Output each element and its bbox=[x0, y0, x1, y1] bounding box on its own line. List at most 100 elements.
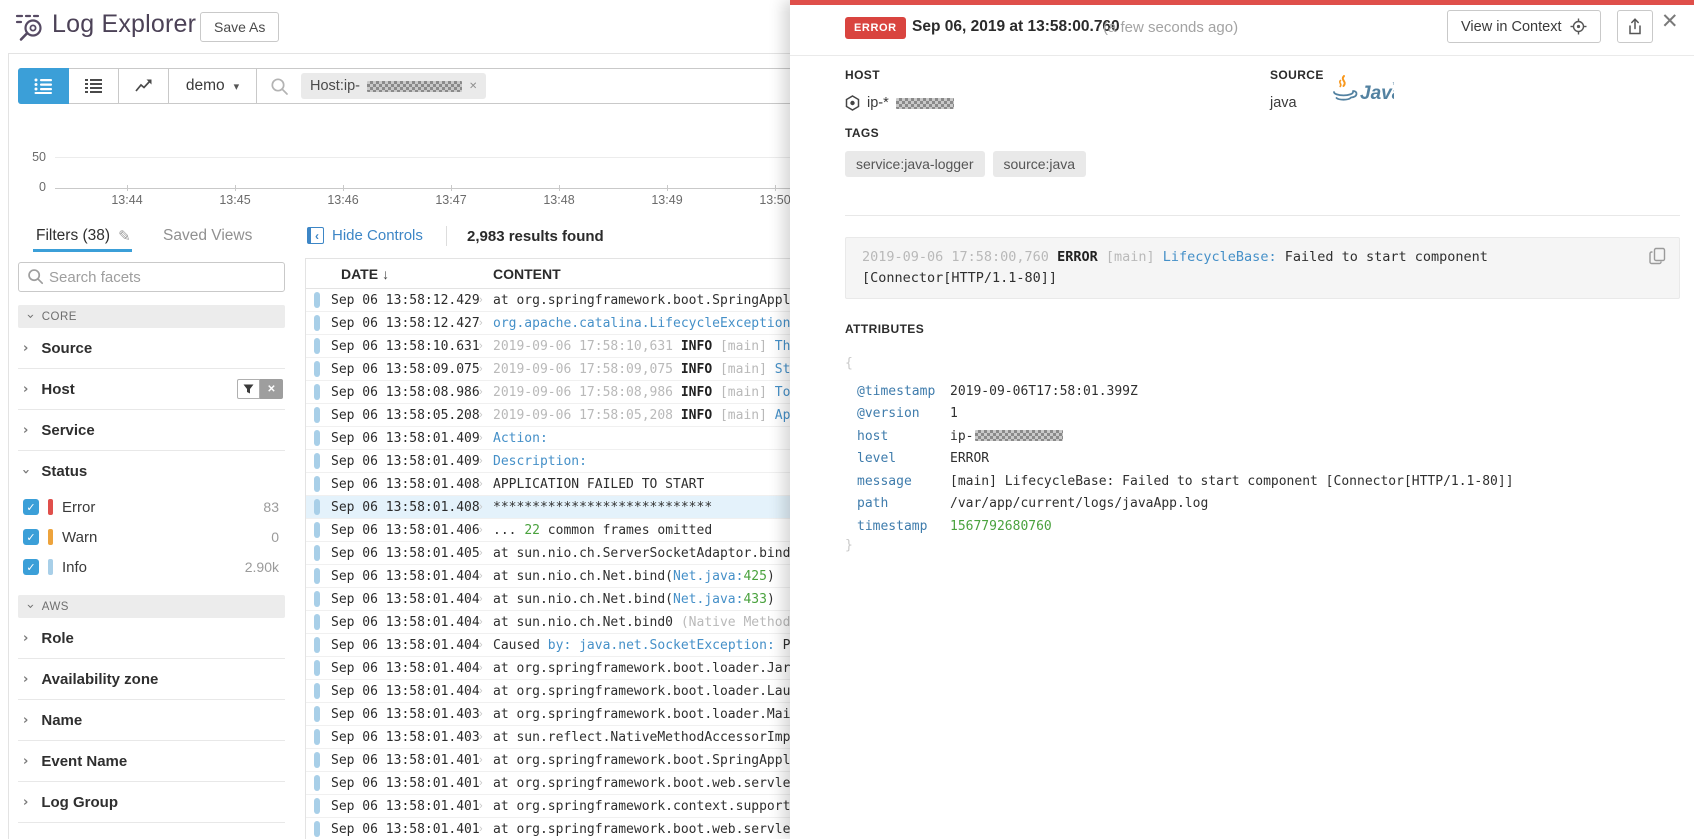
chart-tick-mark bbox=[127, 185, 128, 191]
text-segment bbox=[712, 362, 720, 377]
text-segment: common frames omitted bbox=[540, 523, 712, 538]
text-segment: [main] bbox=[720, 339, 767, 354]
text-segment: 22 bbox=[524, 523, 540, 538]
row-date: Sep 06 13:58:01.401 bbox=[320, 799, 479, 814]
view-mode-list-button[interactable] bbox=[18, 68, 69, 104]
status-count: 0 bbox=[271, 529, 285, 545]
status-filter-error[interactable]: ✓Error83 bbox=[18, 492, 285, 522]
filter-funnel-button[interactable] bbox=[237, 379, 260, 399]
attribute-key: @timestamp bbox=[857, 384, 950, 399]
facet-item-role[interactable]: ›Role bbox=[18, 618, 285, 659]
facet-filter-controls: ✕ bbox=[237, 379, 283, 399]
source-block: SOURCE java bbox=[1270, 68, 1324, 111]
tab-saved-views[interactable]: Saved Views bbox=[163, 227, 252, 245]
target-icon bbox=[1570, 18, 1587, 35]
view-in-context-button[interactable]: View in Context bbox=[1447, 10, 1601, 43]
row-content: at sun.nio.ch.Net.bind(Net.java:425) bbox=[493, 569, 775, 584]
chart-tick-mark bbox=[559, 185, 560, 191]
view-mode-chart-button[interactable] bbox=[119, 69, 169, 103]
facet-item-availability-zone[interactable]: ›Availability zone bbox=[18, 659, 285, 700]
search-filter-chip[interactable]: Host:ip- ✕ bbox=[301, 73, 486, 99]
chart-tick-mark bbox=[775, 185, 776, 191]
text-segment: [main] bbox=[720, 385, 767, 400]
text-segment bbox=[1098, 249, 1106, 265]
status-label: Info bbox=[62, 559, 87, 576]
x-axis-tick: 13:46 bbox=[327, 193, 358, 207]
attributes-label: ATTRIBUTES bbox=[845, 322, 924, 336]
row-date: Sep 06 13:58:01.404 bbox=[320, 569, 479, 584]
row-date: Sep 06 13:58:01.401 bbox=[320, 822, 479, 837]
text-segment: [main] bbox=[720, 362, 767, 377]
attribute-row[interactable]: timestamp1567792680760 bbox=[857, 515, 1677, 538]
text-segment: at org.springframework.boot.loader.Launc… bbox=[493, 684, 822, 699]
filters-tab-label: Filters (38) bbox=[36, 227, 110, 245]
date-column-label: DATE bbox=[341, 266, 378, 282]
save-as-button[interactable]: Save As bbox=[200, 12, 279, 42]
row-content: at org.springframework.boot.SpringApplic… bbox=[493, 753, 822, 768]
attribute-row[interactable]: @timestamp2019-09-06T17:58:01.399Z bbox=[857, 380, 1677, 403]
share-button[interactable] bbox=[1617, 10, 1653, 43]
hide-controls-button[interactable]: ‹ Hide Controls bbox=[307, 227, 423, 244]
expand-chevron-icon: › bbox=[479, 363, 493, 375]
facet-item-event-name[interactable]: ›Event Name bbox=[18, 741, 285, 782]
x-axis-tick: 13:48 bbox=[543, 193, 574, 207]
attribute-row[interactable]: path/var/app/current/logs/javaApp.log bbox=[857, 493, 1677, 516]
facet-item-service[interactable]: ›Service bbox=[18, 410, 285, 451]
source-value[interactable]: java bbox=[1270, 95, 1324, 111]
facet-section-header-core[interactable]: ›CORE bbox=[18, 305, 285, 328]
filter-chip-label: Host:ip- bbox=[310, 78, 360, 94]
edit-pencil-icon[interactable]: ✎ bbox=[118, 227, 131, 245]
text-segment: 2019-09-06 17:58:09,075 bbox=[493, 362, 681, 377]
facet-section-header-aws[interactable]: ›AWS bbox=[18, 595, 285, 618]
copy-icon[interactable] bbox=[1649, 247, 1666, 265]
text-segment: INFO bbox=[681, 339, 712, 354]
expand-chevron-icon: › bbox=[479, 294, 493, 306]
facet-item-source[interactable]: ›Source bbox=[18, 328, 285, 369]
status-filter-info[interactable]: ✓Info2.90k bbox=[18, 552, 285, 582]
text-segment: at sun.nio.ch.Net.bind0 bbox=[493, 615, 681, 630]
row-content: 2019-09-06 17:58:05,208 INFO [main] App: bbox=[493, 408, 814, 423]
host-label: HOST bbox=[845, 68, 954, 82]
json-brace: } bbox=[845, 538, 853, 553]
expand-chevron-icon: › bbox=[479, 570, 493, 582]
facet-item-status[interactable]: ›Status bbox=[18, 451, 285, 492]
attribute-row[interactable]: hostip- bbox=[857, 425, 1677, 448]
text-segment: INFO bbox=[681, 362, 712, 377]
status-color-swatch bbox=[48, 529, 53, 545]
tag-chip[interactable]: source:java bbox=[993, 151, 1087, 177]
host-value[interactable]: ip-* bbox=[845, 95, 954, 111]
search-facets-input[interactable] bbox=[18, 262, 285, 292]
checkbox-checked-icon[interactable]: ✓ bbox=[23, 529, 39, 545]
clear-filter-button[interactable]: ✕ bbox=[260, 379, 283, 399]
text-segment bbox=[1155, 249, 1163, 265]
text-segment: at org.springframework.boot.SpringApplic… bbox=[493, 293, 822, 308]
attribute-row[interactable]: levelERROR bbox=[857, 448, 1677, 471]
facet-item-host[interactable]: ›Host✕ bbox=[18, 369, 285, 410]
checkbox-checked-icon[interactable]: ✓ bbox=[23, 499, 39, 515]
row-date: Sep 06 13:58:01.404 bbox=[320, 615, 479, 630]
view-mode-condensed-button[interactable] bbox=[69, 69, 119, 103]
row-date: Sep 06 13:58:10.631 bbox=[320, 339, 479, 354]
row-date: Sep 06 13:58:01.404 bbox=[320, 638, 479, 653]
attribute-row[interactable]: message[main] LifecycleBase: Failed to s… bbox=[857, 470, 1677, 493]
close-icon[interactable]: ✕ bbox=[1661, 9, 1679, 33]
remove-filter-icon[interactable]: ✕ bbox=[469, 81, 477, 92]
chevron-down-icon: › bbox=[22, 314, 37, 320]
facet-item-label: Log Group bbox=[41, 794, 118, 811]
facet-item-log-group[interactable]: ›Log Group bbox=[18, 782, 285, 823]
hide-controls-label: Hide Controls bbox=[332, 227, 423, 244]
row-content: Description: bbox=[493, 454, 587, 469]
checkbox-checked-icon[interactable]: ✓ bbox=[23, 559, 39, 575]
stream-select-dropdown[interactable]: demo ▾ bbox=[169, 69, 257, 103]
tag-chip[interactable]: service:java-logger bbox=[845, 151, 985, 177]
column-header-date[interactable]: DATE↓ bbox=[306, 266, 493, 282]
log-explorer-logo-icon bbox=[14, 11, 46, 43]
status-filter-warn[interactable]: ✓Warn0 bbox=[18, 522, 285, 552]
attribute-row[interactable]: @version1 bbox=[857, 403, 1677, 426]
expand-chevron-icon: › bbox=[479, 501, 493, 513]
column-header-content[interactable]: CONTENT bbox=[493, 266, 561, 282]
tab-filters[interactable]: Filters (38) ✎ bbox=[36, 227, 131, 245]
expand-chevron-icon: › bbox=[479, 823, 493, 835]
facet-item-name[interactable]: ›Name bbox=[18, 700, 285, 741]
chevron-down-icon: › bbox=[18, 469, 33, 474]
